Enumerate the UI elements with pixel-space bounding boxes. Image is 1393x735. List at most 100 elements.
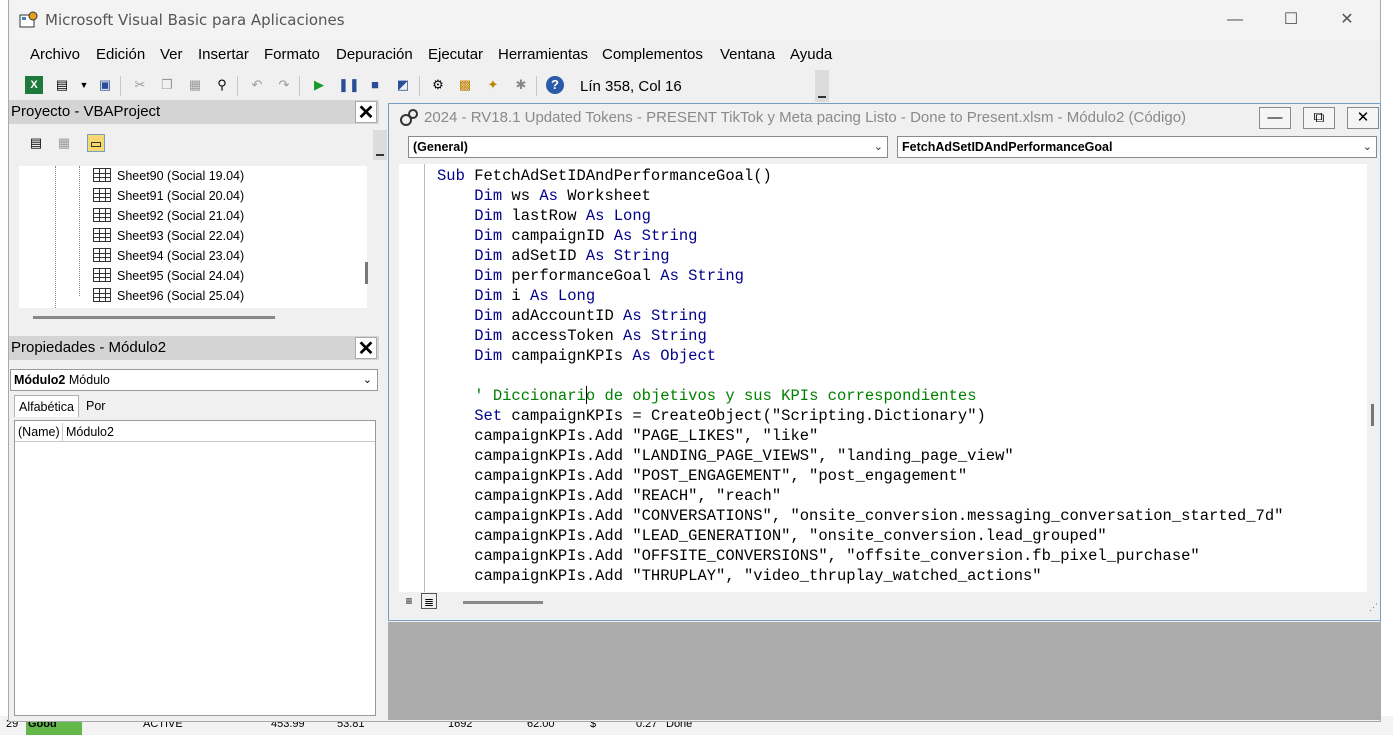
cut-icon[interactable]: ✂ [131,76,149,94]
code-editor[interactable]: Sub FetchAdSetIDAndPerformanceGoal() Dim… [399,164,1367,592]
code-line[interactable]: ' Diccionario de objetivos y sus KPIs co… [437,386,976,406]
undo-icon[interactable]: ↶ [248,76,266,94]
tab-por-categorias[interactable]: Por categorías [82,395,148,435]
copy-icon[interactable]: ❐ [158,76,176,94]
view-code-icon[interactable]: ▤ [27,134,45,152]
resize-grip-icon[interactable]: ⋰ [1369,602,1378,613]
code-text: campaignKPIs = CreateObject("Scripting.D… [502,407,986,425]
project-vscroll-thumb[interactable] [365,262,368,284]
property-value[interactable]: Módulo2 [66,423,114,442]
tree-item[interactable]: Sheet94 (Social 23.04) [93,246,244,266]
tree-item[interactable]: Sheet90 (Social 19.04) [93,166,244,186]
menu-ejecutar[interactable]: Ejecutar [428,46,483,63]
code-margin[interactable] [399,164,425,592]
window-title: Microsoft Visual Basic para Aplicaciones [45,11,345,29]
close-properties-pane-icon[interactable]: ✕ [355,337,377,360]
tab-alfabetica[interactable]: Alfabética [14,395,79,417]
menu-insertar[interactable]: Insertar [198,46,249,63]
code-line[interactable]: campaignKPIs.Add "POST_ENGAGEMENT", "pos… [437,466,967,486]
project-tree[interactable]: Sheet90 (Social 19.04) Sheet91 (Social 2… [19,166,367,308]
run-icon[interactable]: ▶ [310,76,328,94]
code-line[interactable]: Dim adSetID As String [437,246,669,266]
code-line[interactable]: campaignKPIs.Add "OFFSITE_CONVERSIONS", … [437,546,1200,566]
pause-icon[interactable]: ❚❚ [338,76,360,94]
toggle-folders-icon[interactable]: ▭ [87,134,105,152]
code-keyword: Dim [474,327,503,345]
object-combo[interactable]: (General) ⌄ [408,136,888,158]
code-hscroll-thumb[interactable] [463,601,543,604]
code-line[interactable]: Set campaignKPIs = CreateObject("Scripti… [437,406,986,426]
code-line[interactable]: campaignKPIs.Add "THRUPLAY", "video_thru… [437,566,1041,586]
minimize-icon[interactable]: — [1222,8,1248,32]
maximize-icon[interactable]: ☐ [1278,8,1304,32]
code-close-icon[interactable]: ✕ [1347,107,1379,129]
help-icon[interactable]: ? [546,76,564,94]
tree-item[interactable]: Sheet92 (Social 21.04) [93,206,244,226]
code-keyword: As Long [530,287,596,305]
code-line[interactable]: campaignKPIs.Add "REACH", "reach" [437,486,781,506]
code-line[interactable]: Dim performanceGoal As String [437,266,744,286]
find-icon[interactable]: ⚲ [213,76,231,94]
menu-ver[interactable]: Ver [160,46,183,63]
code-line[interactable]: Dim campaignKPIs As Object [437,346,716,366]
toolbox-icon[interactable]: ✱ [512,76,530,94]
close-project-pane-icon[interactable]: ✕ [355,101,377,124]
menu-edicion[interactable]: Edición [96,46,145,63]
code-vscroll-thumb[interactable] [1371,404,1374,426]
code-line[interactable]: Dim lastRow As Long [437,206,651,226]
code-line[interactable]: Dim ws As Worksheet [437,186,651,206]
menu-formato[interactable]: Formato [264,46,320,63]
toolbar-options-icon[interactable] [815,70,829,102]
procedure-view-icon[interactable]: ≡ [401,593,417,609]
project-toolbar-grip-icon[interactable] [373,130,387,160]
redo-icon[interactable]: ↷ [275,76,293,94]
insert-dropdown-icon[interactable]: ▼ [75,76,93,94]
code-restore-icon[interactable]: ⧉ [1303,107,1335,129]
property-row[interactable]: (Name) Módulo2 [15,423,375,442]
toolbar-separator [536,76,537,96]
full-module-view-icon[interactable]: ≣ [421,593,437,609]
tree-item[interactable]: Sheet91 (Social 20.04) [93,186,244,206]
code-text: campaignKPIs.Add "POST_ENGAGEMENT", "pos… [437,467,968,485]
menu-depuracion[interactable]: Depuración [336,46,413,63]
code-vscroll[interactable] [1367,164,1379,592]
close-icon[interactable]: ✕ [1334,8,1360,32]
insert-userform-icon[interactable]: ▤ [53,76,71,94]
tree-item[interactable]: Sheet95 (Social 24.04) [93,266,244,286]
menu-archivo[interactable]: Archivo [30,46,80,63]
menu-herramientas[interactable]: Herramientas [498,46,588,63]
save-icon[interactable]: ▣ [96,76,114,94]
code-line[interactable]: Dim accessToken As String [437,326,707,346]
code-line[interactable]: Dim adAccountID As String [437,306,707,326]
code-line[interactable]: campaignKPIs.Add "PAGE_LIKES", "like" [437,426,818,446]
menu-ventana[interactable]: Ventana [720,46,775,63]
excel-view-icon[interactable]: X [25,76,43,94]
code-line[interactable]: Sub FetchAdSetIDAndPerformanceGoal() [437,166,772,186]
toolbar-separator [419,76,420,96]
code-text: campaignKPIs.Add "CONVERSATIONS", "onsit… [437,507,1284,525]
design-mode-icon[interactable]: ◩ [394,76,412,94]
project-hscroll-thumb[interactable] [33,316,275,319]
properties-window-icon[interactable]: ▩ [456,76,474,94]
code-minimize-icon[interactable]: — [1259,107,1291,129]
procedure-combo[interactable]: FetchAdSetIDAndPerformanceGoal ⌄ [897,136,1377,158]
tree-item[interactable]: Sheet96 (Social 25.04) [93,286,244,306]
code-line[interactable]: campaignKPIs.Add "LANDING_PAGE_VIEWS", "… [437,446,1014,466]
view-object-icon[interactable]: ▦ [55,134,73,152]
object-browser-icon[interactable]: ✦ [484,76,502,94]
code-line[interactable]: Dim campaignID As String [437,226,697,246]
tree-item[interactable]: Sheet93 (Social 22.04) [93,226,244,246]
stop-icon[interactable]: ■ [366,76,384,94]
code-line[interactable]: campaignKPIs.Add "CONVERSATIONS", "onsit… [437,506,1283,526]
menu-ayuda[interactable]: Ayuda [790,46,832,63]
menu-complementos[interactable]: Complementos [602,46,703,63]
project-explorer-icon[interactable]: ⚙ [429,76,447,94]
code-line[interactable]: campaignKPIs.Add "LEAD_GENERATION", "ons… [437,526,1107,546]
code-line[interactable]: Dim i As Long [437,286,595,306]
object-selector-combo[interactable]: Módulo2 Módulo ⌄ [10,369,378,391]
code-keyword: As String [613,227,698,245]
properties-grid: (Name) Módulo2 [14,420,376,716]
paste-icon[interactable]: ▦ [186,76,204,94]
code-keyword: As [539,187,558,205]
